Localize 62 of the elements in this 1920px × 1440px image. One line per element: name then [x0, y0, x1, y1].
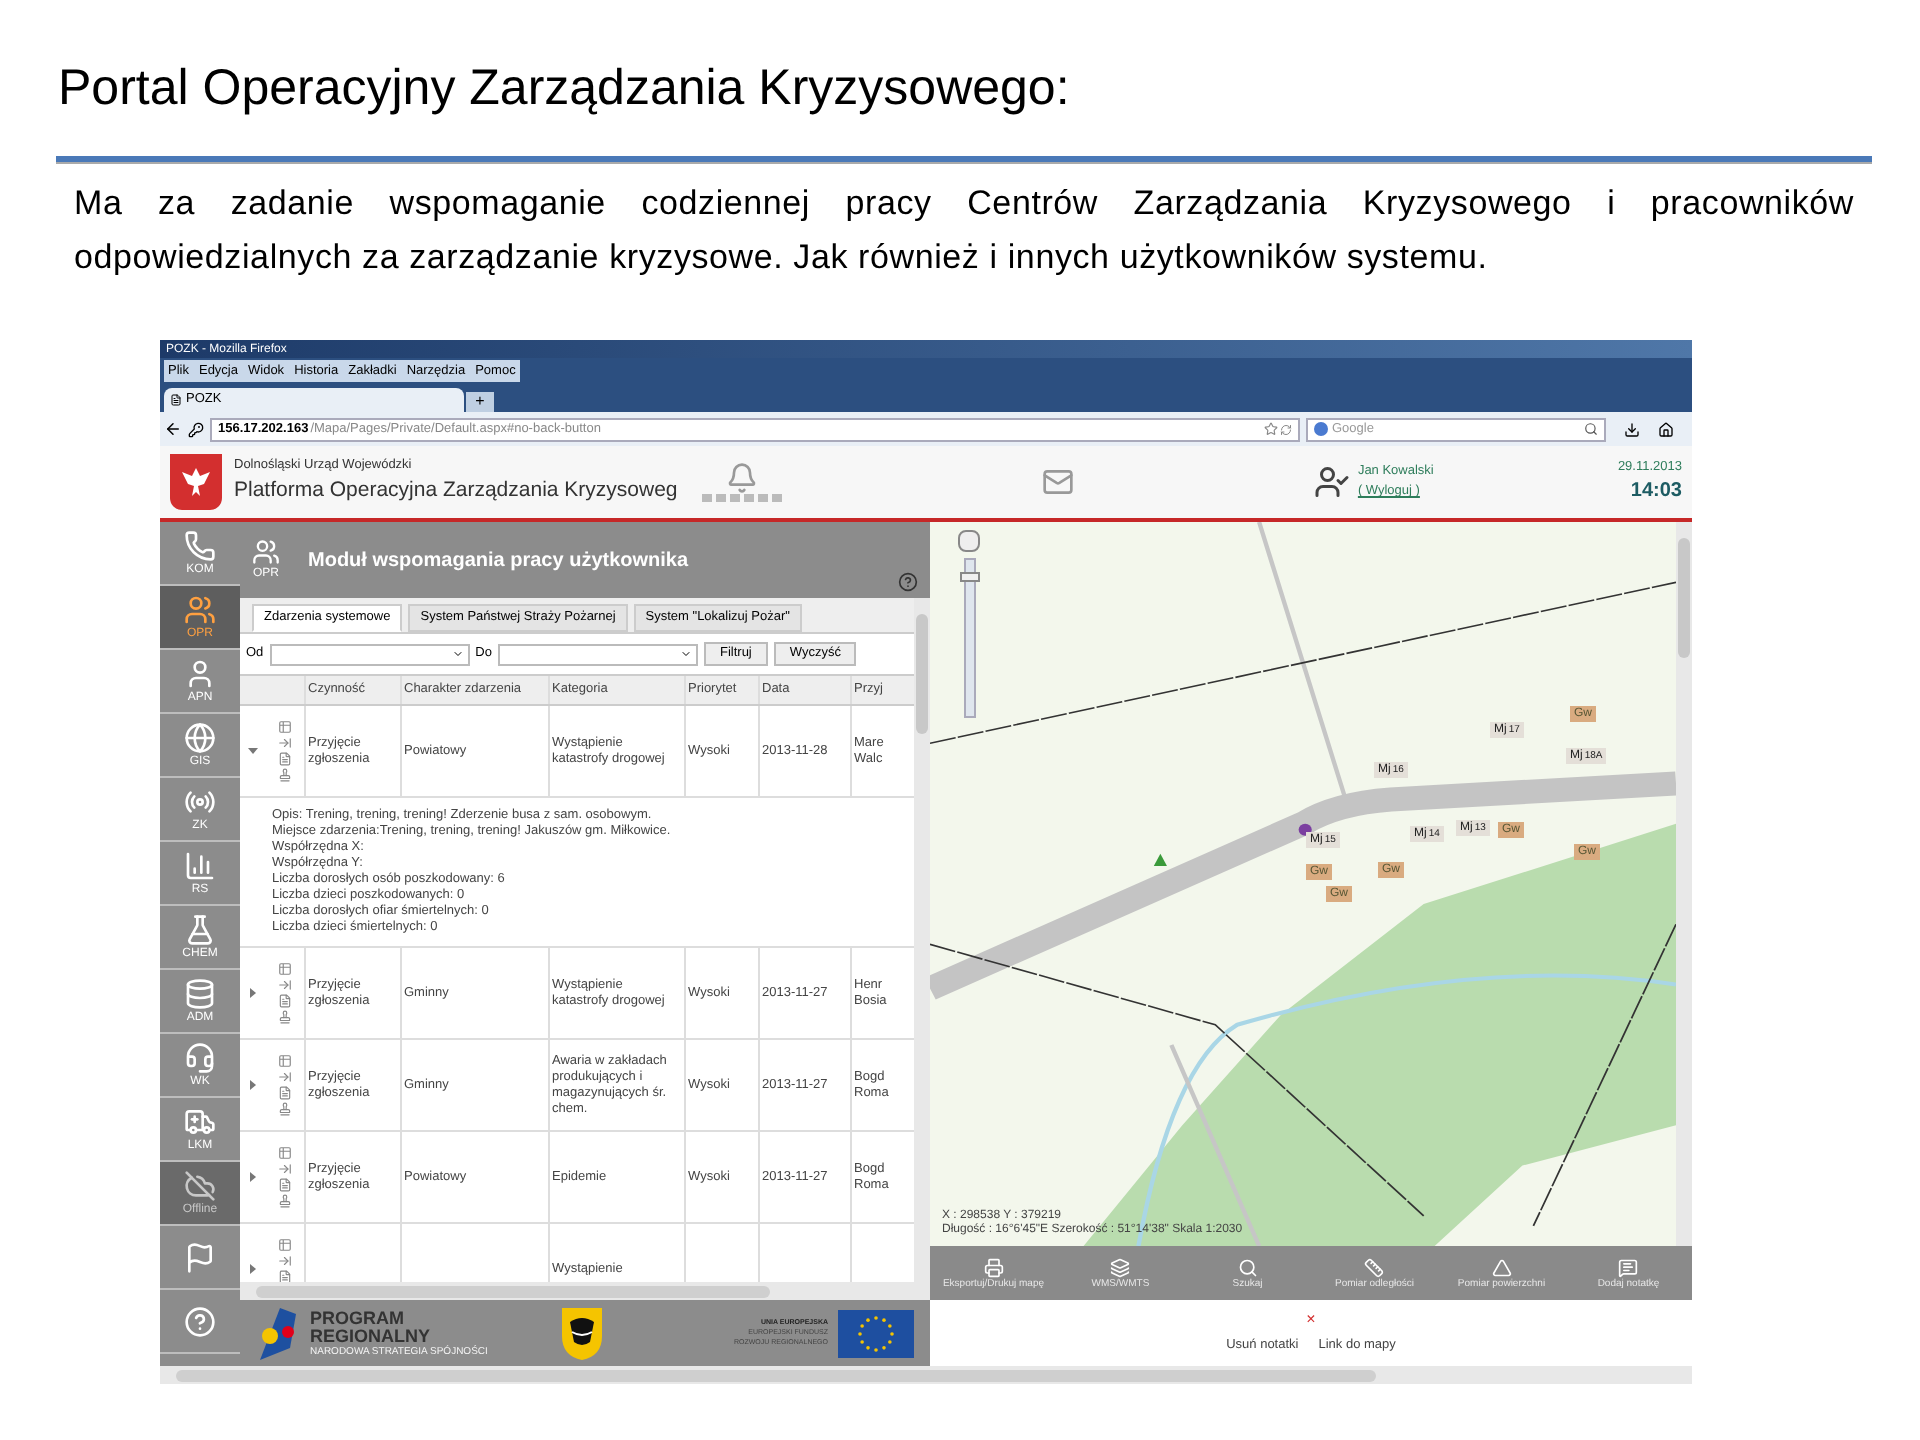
flag-icon: [184, 1241, 216, 1273]
mail-icon[interactable]: [1042, 466, 1074, 498]
people-icon: [184, 593, 216, 625]
date-to-field[interactable]: [497, 643, 698, 665]
row-toggle-icon[interactable]: [247, 1080, 257, 1090]
stars-logo-icon: [256, 1307, 300, 1359]
program-name: REGIONALNY: [310, 1327, 433, 1345]
signal-icon: [184, 785, 216, 817]
date-from-field[interactable]: [269, 643, 470, 665]
row-toggle-icon[interactable]: [247, 746, 257, 756]
database-icon: [184, 977, 216, 1009]
cloud-icon: [184, 1169, 216, 1201]
globe-icon: [184, 721, 216, 753]
key-icon: [188, 421, 204, 437]
flask-icon: [184, 913, 216, 945]
row-toggle-icon[interactable]: [247, 988, 257, 998]
progress-dots-icon: [702, 494, 782, 502]
ruler-icon: [1364, 1257, 1385, 1277]
slide-title: Portal Operacyjny Zarządzania Kryzysowego:: [58, 58, 1070, 120]
triangle-icon: [1491, 1257, 1512, 1277]
scrollbar[interactable]: [160, 1366, 1692, 1384]
search-icon[interactable]: [1584, 422, 1598, 436]
layers-icon: [1110, 1257, 1131, 1277]
back-icon[interactable]: [164, 420, 182, 438]
zoom-slider[interactable]: [964, 558, 976, 718]
headset-icon: [184, 1041, 216, 1073]
download-icon[interactable]: [1624, 421, 1640, 437]
new-tab-button[interactable]: +: [466, 392, 494, 412]
star-icon[interactable]: [1264, 422, 1278, 436]
reload-icon[interactable]: [1280, 423, 1292, 435]
printer-icon: [983, 1257, 1004, 1277]
search-icon: [1237, 1257, 1258, 1277]
help-icon[interactable]: [898, 572, 918, 592]
slide-paragraph: Ma za zadanie wspomaganie codziennej pracy Centrów Zarządzania Kryzysowego i pracowników odpowiedzialnych za zarządzanie kryzysowe. Jak również i innych użytkowników systemu.: [74, 182, 1854, 280]
scrollbar[interactable]: [1676, 522, 1692, 1246]
close-notes-button[interactable]: ×: [1306, 1311, 1316, 1328]
scrollbar[interactable]: [914, 598, 930, 1300]
scrollbar[interactable]: [240, 1282, 914, 1300]
ambulance-icon: [184, 1105, 216, 1137]
module-title: Moduł wspomagania pracy użytkownika: [308, 547, 689, 575]
eu-flag-icon: [838, 1309, 914, 1357]
time-text: 14:03: [1630, 478, 1682, 507]
person-icon: [184, 657, 216, 689]
dropdown-icon: [451, 648, 464, 660]
zoom-thumb[interactable]: [960, 572, 980, 582]
eagle-emblem-icon: [170, 454, 222, 510]
dropdown-icon: [679, 648, 692, 660]
phone-icon: [184, 529, 216, 561]
platform-name: Platforma Operacyjna Zarządzania Kryzysoweg: [234, 476, 680, 506]
bar-chart-icon: [184, 849, 216, 881]
page-icon: [170, 394, 182, 406]
row-toggle-icon[interactable]: [247, 1264, 257, 1274]
bell-icon[interactable]: [726, 462, 758, 494]
search-engine-icon[interactable]: [1314, 422, 1328, 436]
note-icon: [1618, 1257, 1639, 1277]
program-name: PROGRAM: [310, 1309, 406, 1327]
user-icon: [1313, 464, 1350, 500]
people-icon: [252, 537, 280, 565]
home-icon[interactable]: [1658, 421, 1674, 437]
help-icon: [184, 1305, 216, 1337]
row-toggle-icon[interactable]: [247, 1172, 257, 1182]
coat-of-arms-icon: [560, 1305, 604, 1361]
